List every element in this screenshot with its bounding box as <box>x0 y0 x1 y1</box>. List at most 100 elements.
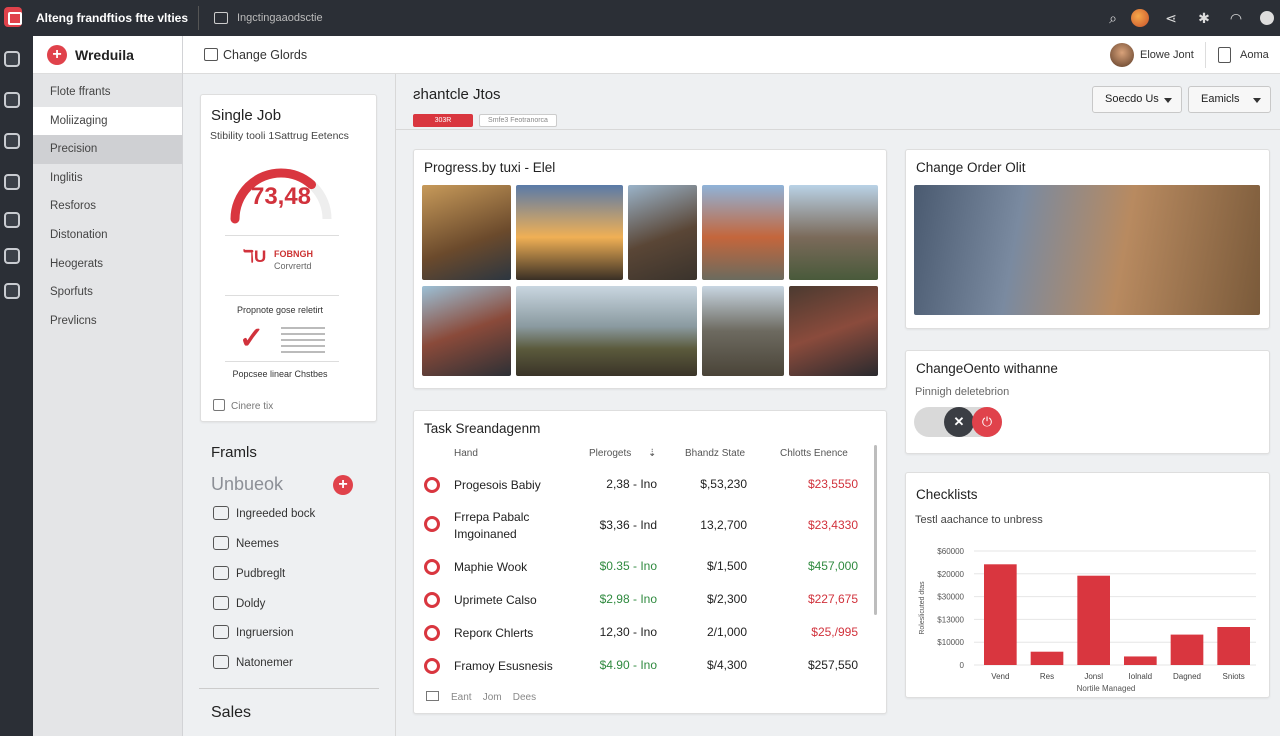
task-name: Progesois Babiy <box>454 478 541 492</box>
table-row[interactable]: Uprimete Calso $2,98 - Ino $/2,300 $227,… <box>414 585 876 615</box>
sidebar-item[interactable]: Heogerats <box>33 250 182 279</box>
list-item[interactable]: Neemes <box>213 536 279 550</box>
column-header[interactable]: Chlotts Enence <box>780 448 848 459</box>
table-row[interactable]: Progesois Babiy 2,38 - Ino $,53,230 $23,… <box>414 470 876 500</box>
sidebar-item[interactable]: Precision <box>33 135 182 164</box>
monitor-icon[interactable] <box>4 248 20 264</box>
cell: 12,30 - Ino <box>599 625 657 639</box>
card-footer[interactable]: Cinere tix <box>213 399 273 412</box>
briefcase-icon[interactable] <box>4 51 20 67</box>
close-icon[interactable]: ✕ <box>944 407 974 437</box>
building-icon <box>213 399 225 411</box>
table-footer[interactable]: Eant Jom Dees <box>426 691 536 703</box>
y-tick-label: $10000 <box>937 638 964 647</box>
photo-thumbnail[interactable] <box>628 185 697 280</box>
task-name: Framoy Esusnesis <box>454 659 553 673</box>
photo-thumbnail[interactable] <box>516 185 623 280</box>
sort-dropdown[interactable]: Soecdo Us <box>1092 86 1182 113</box>
task-name: Uprimete Calso <box>454 593 537 607</box>
document-icon[interactable] <box>204 48 218 61</box>
scrollbar[interactable] <box>874 445 877 615</box>
sidebar-item[interactable]: Inglitis <box>33 164 182 193</box>
photo-thumbnail[interactable] <box>702 286 784 376</box>
sidebar: + Wreduila Flote ffrants Moliizaging Pre… <box>33 36 183 736</box>
send-icon[interactable] <box>4 283 20 299</box>
sidebar-item[interactable]: Sporfuts <box>33 278 182 307</box>
cell: 2/1,000 <box>706 625 747 639</box>
gear-icon[interactable]: ✱ <box>1195 9 1213 27</box>
avatar[interactable] <box>1131 9 1149 27</box>
status-icon <box>424 559 440 575</box>
photo-thumbnail[interactable] <box>789 185 878 280</box>
lock-icon[interactable] <box>4 174 20 190</box>
photo-thumbnail[interactable] <box>914 185 1260 315</box>
photo-thumbnail[interactable] <box>516 286 697 376</box>
status-badge[interactable]: 303R <box>413 114 473 127</box>
globe-icon[interactable] <box>4 92 20 108</box>
card-subtitle: Pinnigh deletebrion <box>915 386 1010 398</box>
photo-thumbnail[interactable] <box>422 185 511 280</box>
list-item[interactable]: Pudbreglt <box>213 566 285 580</box>
divider <box>225 295 339 296</box>
prompt-text: Propnote gose reletirt <box>236 305 324 315</box>
filter-dropdown[interactable]: Eamicls <box>1188 86 1271 113</box>
prompt-text: Popcsee linear Chstbes <box>232 369 328 379</box>
cell: $25,/995 <box>811 625 858 639</box>
home-icon[interactable] <box>4 133 20 149</box>
wifi-icon[interactable]: ◠ <box>1227 9 1245 27</box>
list-item[interactable]: Doldy <box>213 596 265 610</box>
sidebar-item[interactable]: Flote ffrants <box>33 78 182 107</box>
sidebar-item[interactable]: Moliizaging <box>33 106 182 136</box>
x-tick-label: Jonsl <box>1084 672 1103 681</box>
add-button[interactable]: + <box>333 475 353 495</box>
footer-item: Dees <box>512 692 537 703</box>
page-heading[interactable]: Change Glords <box>223 48 307 62</box>
photo-thumbnail[interactable] <box>422 286 511 376</box>
profile-icon[interactable] <box>1260 11 1274 25</box>
brand[interactable]: + Wreduila <box>33 36 182 74</box>
cell: $2,98 - Ino <box>599 592 657 606</box>
headset-icon[interactable] <box>4 212 20 228</box>
bar <box>1217 627 1250 665</box>
user-name[interactable]: Elowe Jont <box>1140 49 1194 61</box>
column-header[interactable]: Plerogets <box>589 448 631 459</box>
card-title: Checklists <box>916 487 978 502</box>
power-icon[interactable]: ⏻ <box>972 407 1002 437</box>
divider <box>199 688 379 689</box>
check-icon[interactable]: ✓ <box>239 321 264 356</box>
cell: $,53,230 <box>700 477 747 491</box>
section-title: Framls <box>211 444 257 461</box>
breadcrumb[interactable]: Ingctingaaodsctie <box>237 12 323 24</box>
column-header[interactable]: Hand <box>454 448 478 459</box>
user-label[interactable]: Aoma <box>1240 49 1269 61</box>
sidebar-item[interactable]: Resforos <box>33 192 182 221</box>
gauge-value: 73,48 <box>250 183 312 210</box>
sort-icon[interactable]: ⇣ <box>648 448 656 459</box>
logo-icon: ℸU <box>243 247 267 266</box>
photo-thumbnail[interactable] <box>702 185 784 280</box>
sidebar-item[interactable]: Distonation <box>33 221 182 250</box>
list-item[interactable]: Ingreeded bock <box>213 506 315 520</box>
list-item[interactable]: Natonemer <box>213 655 293 669</box>
table-row[interactable]: Framoy Esusnesis $4.90 - Ino $/4,300 $25… <box>414 651 876 681</box>
table-row[interactable]: Reporк Chlerts 12,30 - Ino 2/1,000 $25,/… <box>414 618 876 648</box>
search-icon[interactable]: ⌕ <box>1104 9 1122 27</box>
share-icon[interactable]: ⋖ <box>1162 9 1180 27</box>
checkbox-icon[interactable] <box>214 12 228 24</box>
status-badge[interactable]: Smfe3 Feotranorca <box>479 114 557 127</box>
edit-icon[interactable] <box>1218 47 1231 63</box>
toggle-group[interactable]: ✕ ⏻ <box>914 407 1002 437</box>
table-row[interactable]: Maphie Wook $0.35 - Ino $/1,500 $457,000 <box>414 552 876 582</box>
photo-thumbnail[interactable] <box>789 286 878 376</box>
left-panel: Single Job Stibility tooli 1Sattrug Eete… <box>183 74 396 736</box>
app-icon[interactable] <box>4 7 22 27</box>
column-header[interactable]: Bhandz State <box>685 448 745 459</box>
page-header: Change Glords Elowe Jont Aoma <box>183 36 1280 74</box>
table-row[interactable]: Frrepa Pabalc Imgoinaned $3,36 - Ind 13,… <box>414 505 876 545</box>
list-item[interactable]: Ingruersion <box>213 625 294 639</box>
user-avatar[interactable] <box>1110 43 1134 67</box>
status-icon <box>424 658 440 674</box>
sidebar-item[interactable]: Prevlicns <box>33 307 182 336</box>
section-title: Sales <box>211 704 252 721</box>
footer-label: Cinere tix <box>231 401 274 412</box>
